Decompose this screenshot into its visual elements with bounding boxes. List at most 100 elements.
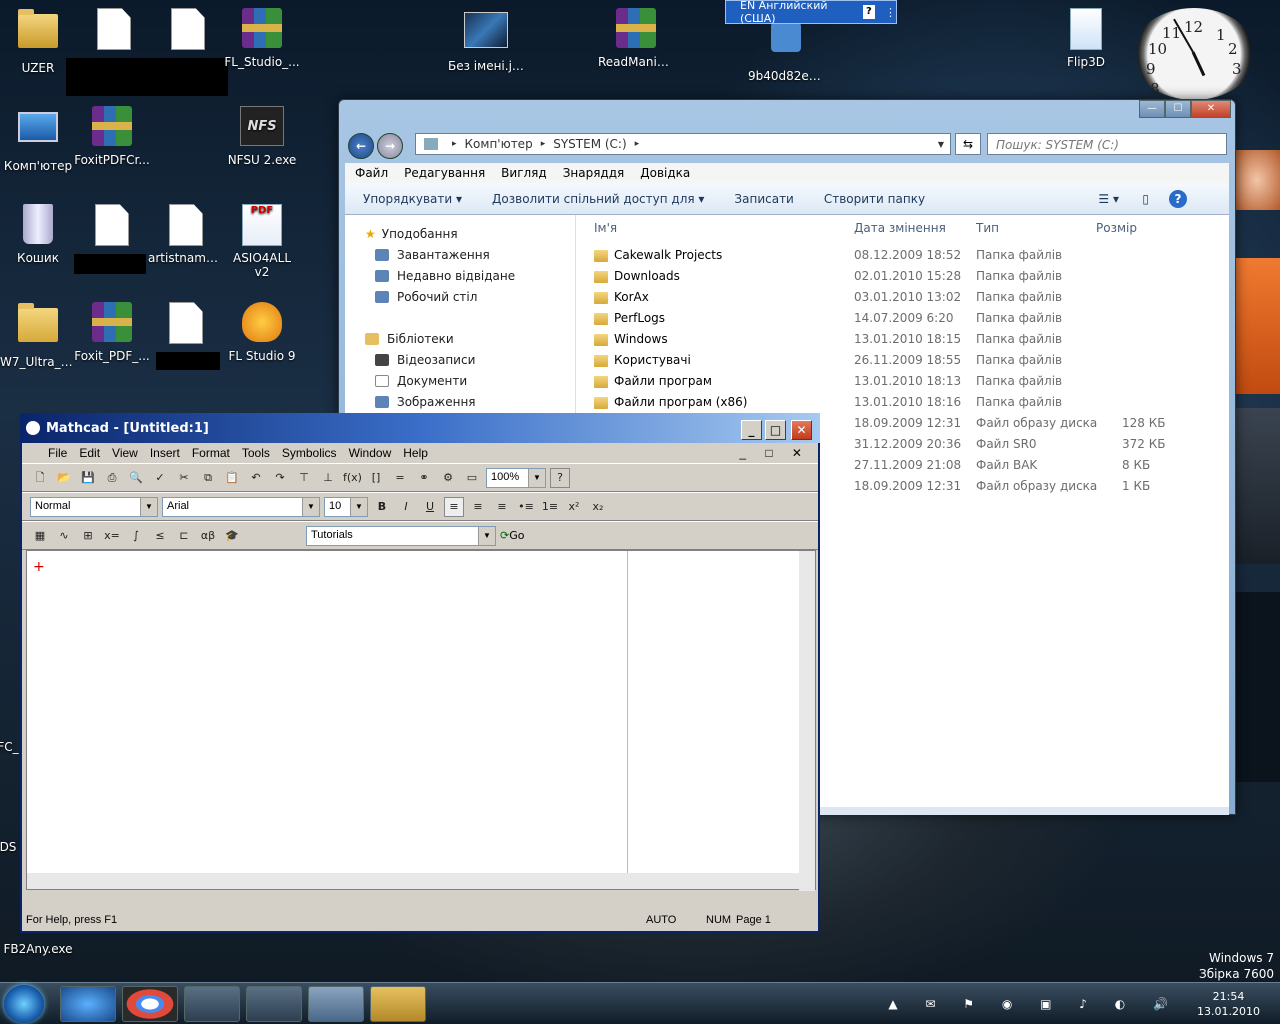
paste-icon[interactable]: 📋	[222, 468, 242, 488]
bold-button[interactable]: B	[372, 497, 392, 517]
zoom-select[interactable]: 100%	[486, 467, 546, 488]
forward-arrow-icon[interactable]: →	[377, 133, 403, 159]
menu-edit[interactable]: Редагування	[404, 166, 485, 180]
table-row[interactable]: Користувачі 26.11.2009 18:55 Папка файлів	[576, 350, 1229, 371]
column-date[interactable]: Дата змінення	[854, 221, 946, 235]
close-button[interactable]: ✕	[791, 420, 812, 440]
preview-pane-icon[interactable]: ▯	[1142, 192, 1149, 206]
table-row[interactable]: KorAx 03.01.2010 13:02 Папка файлів	[576, 287, 1229, 308]
burn-button[interactable]: Записати	[734, 192, 793, 206]
desktop-icon-doc-3[interactable]	[74, 204, 150, 251]
help-icon[interactable]: ?	[1169, 189, 1187, 208]
table-row[interactable]: Файли програм 13.01.2010 18:13 Папка файлі…	[576, 371, 1229, 392]
desktop-icon-recycle-bin[interactable]: Кошик	[0, 204, 76, 265]
maximize-button[interactable]: □	[765, 420, 786, 440]
graph-icon[interactable]: ∿	[54, 526, 74, 546]
insert-unit-icon[interactable]: []	[366, 468, 386, 488]
spell-check-icon[interactable]: ✓	[150, 468, 170, 488]
table-row[interactable]: Windows 13.01.2010 18:15 Папка файлів	[576, 329, 1229, 350]
desktop-icon-foxitpdfcr[interactable]: FoxitPDFCr...	[74, 106, 150, 167]
align-down-icon[interactable]: ⊥	[318, 468, 338, 488]
minimize-button[interactable]: —	[1139, 100, 1165, 118]
desktop-icon-foxit-pdf[interactable]: Foxit_PDF_...	[74, 302, 150, 363]
menu-symbolics[interactable]: Symbolics	[282, 446, 337, 460]
nav-videos[interactable]: Відеозаписи	[375, 353, 475, 367]
greek-icon[interactable]: αβ	[198, 526, 218, 546]
style-select[interactable]: Normal	[30, 496, 158, 517]
menu-tools[interactable]: Tools	[242, 446, 270, 460]
menu-view[interactable]: View	[112, 446, 138, 460]
undo-icon[interactable]: ↶	[246, 468, 266, 488]
insert-hyperlink-icon[interactable]: ⚭	[414, 468, 434, 488]
tray-icons[interactable]: ▲ ✉ ⚑ ◉ ▣ ♪ ◐ 🔊	[888, 997, 1180, 1011]
internet-explorer-icon[interactable]	[60, 986, 116, 1022]
nav-favorites[interactable]: ★ Уподобання	[365, 227, 458, 241]
winamp-icon[interactable]	[184, 986, 240, 1022]
align-center-icon[interactable]: ≡	[468, 497, 488, 517]
minimize-button[interactable]: _	[741, 420, 762, 440]
table-row[interactable]: PerfLogs 14.07.2009 6:20 Папка файлів	[576, 308, 1229, 329]
chevron-down-icon[interactable]: ▼	[938, 140, 944, 149]
matrix-icon[interactable]: ⊞	[78, 526, 98, 546]
component-wizard-icon[interactable]: ⚙	[438, 468, 458, 488]
superscript-icon[interactable]: x²	[564, 497, 584, 517]
desktop-icon-jpg[interactable]: Без імені.jpg	[448, 8, 524, 73]
menu-view[interactable]: Вигляд	[501, 166, 547, 180]
calculate-icon[interactable]: =	[390, 468, 410, 488]
desktop-icon-doc-1[interactable]	[76, 8, 152, 55]
address-bar[interactable]: ▸ Комп'ютер ▸ SYSTEM (C:) ▸ ▼	[415, 133, 951, 155]
column-name[interactable]: Ім'я	[594, 221, 617, 235]
desktop-icon-doc-2[interactable]	[150, 8, 226, 55]
insert-function-icon[interactable]: f(x)	[342, 468, 362, 488]
redo-icon[interactable]: ↷	[270, 468, 290, 488]
copy-icon[interactable]: ⧉	[198, 468, 218, 488]
desktop-icon-w7-ultra[interactable]: W7_Ultra_H...	[0, 302, 76, 369]
language-bar[interactable]: EN Английский (США) ? ⋮	[725, 0, 897, 25]
calculus-icon[interactable]: ∫	[126, 526, 146, 546]
programming-icon[interactable]: ⊏	[174, 526, 194, 546]
maximize-button[interactable]: ☐	[1165, 100, 1191, 118]
refresh-icon[interactable]: ⇆	[955, 133, 981, 155]
help-icon[interactable]: ?	[862, 5, 875, 19]
tray-clock[interactable]: 21:54 13.01.2010	[1197, 989, 1260, 1019]
desktop-icon-nfsu2[interactable]: NFS NFSU 2.exe	[224, 106, 300, 167]
nav-downloads[interactable]: Завантаження	[375, 248, 490, 262]
horizontal-scrollbar[interactable]	[27, 873, 799, 889]
menu-help[interactable]: Help	[403, 446, 428, 460]
tutorials-select[interactable]: Tutorials	[306, 525, 496, 546]
breadcrumb-computer[interactable]: Комп'ютер	[465, 137, 533, 151]
new-folder-button[interactable]: Створити папку	[824, 192, 925, 206]
desktop-icon-fl-studio-9[interactable]: FL Studio 9	[224, 302, 300, 363]
menu-window[interactable]: Window	[349, 446, 392, 460]
menu-file[interactable]: File	[48, 446, 67, 460]
help-icon[interactable]: ?	[550, 467, 570, 488]
share-button[interactable]: Дозволити спільний доступ для ▾	[492, 192, 704, 206]
desktop-icon-readmania[interactable]: ReadMania...	[598, 8, 674, 69]
menu-edit[interactable]: Edit	[79, 446, 100, 460]
nav-libraries[interactable]: Бібліотеки	[365, 332, 454, 346]
print-icon[interactable]: ⎙	[102, 468, 122, 488]
menu-help[interactable]: Довідка	[640, 166, 690, 180]
boolean-icon[interactable]: ≤	[150, 526, 170, 546]
italic-button[interactable]: I	[396, 497, 416, 517]
window-switcher-icon[interactable]	[246, 986, 302, 1022]
align-left-icon[interactable]: ≡	[444, 496, 464, 517]
bullets-icon[interactable]: •≡	[516, 497, 536, 517]
size-select[interactable]: 10	[324, 496, 368, 517]
view-options-icon[interactable]: ☰ ▾	[1098, 192, 1119, 206]
desktop-icon-asio4all[interactable]: PDF ASIO4ALL v2 Instruction...	[224, 204, 300, 279]
nav-documents[interactable]: Документи	[375, 374, 467, 388]
clock-gadget[interactable]: 12 1 2 3 8 9 10 11	[1132, 8, 1256, 100]
organize-button[interactable]: Упорядкувати ▾	[363, 192, 462, 206]
table-row[interactable]: Файли програм (x86) 13.01.2010 18:16 Папка…	[576, 392, 1229, 413]
desktop-icon-mp3[interactable]: artistname...	[148, 204, 224, 265]
symbolic-icon[interactable]: 🎓	[222, 526, 242, 546]
table-row[interactable]: Cakewalk Projects 08.12.2009 18:52 Папка ф…	[576, 245, 1229, 266]
nav-pictures[interactable]: Зображення	[375, 395, 476, 409]
go-button[interactable]: ⟳Go	[500, 529, 524, 542]
desktop-icon-computer[interactable]: Комп'ютер	[0, 106, 76, 173]
align-right-icon[interactable]: ≡	[492, 497, 512, 517]
search-input[interactable]: Пошук: SYSTEM (C:)	[987, 133, 1227, 155]
font-select[interactable]: Arial	[162, 496, 320, 517]
desktop-icon-fl-studio-rar[interactable]: FL_Studio_...	[224, 8, 300, 69]
